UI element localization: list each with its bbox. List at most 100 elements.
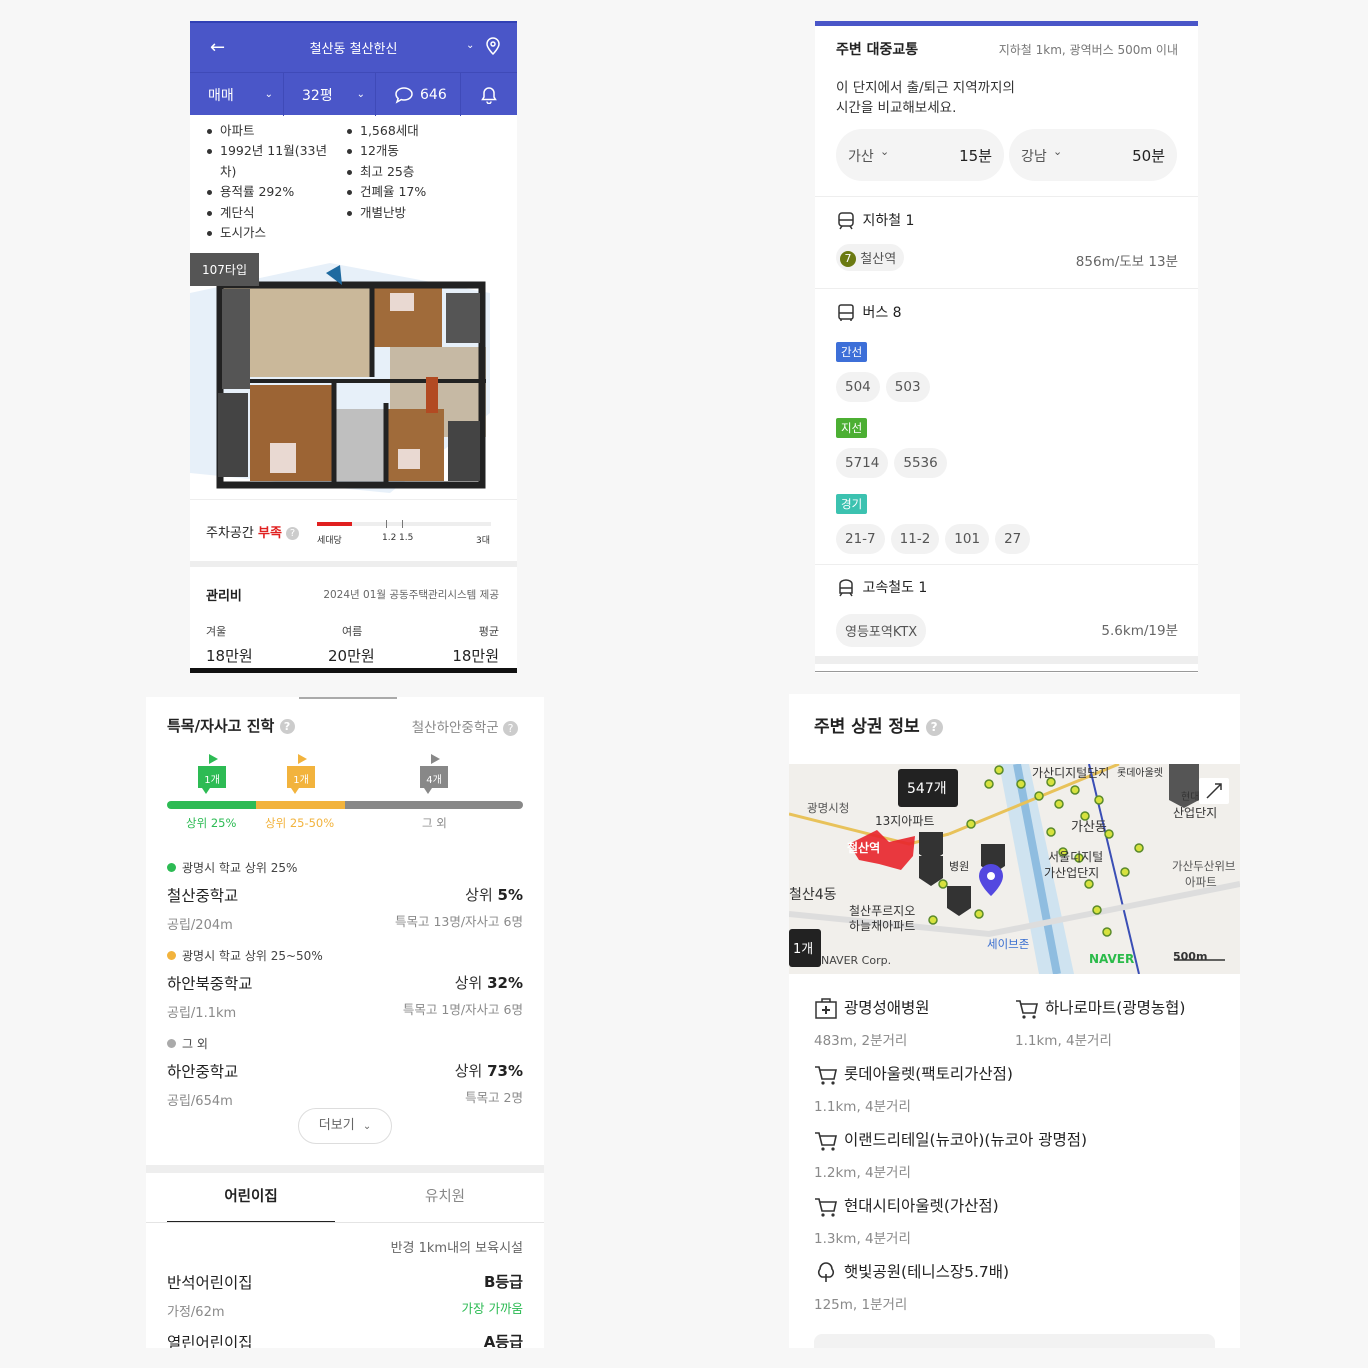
mgmt-col-value: 18만원 <box>452 647 499 665</box>
bus-route-chip[interactable]: 101 <box>945 524 990 554</box>
tick-label: 1.5 <box>399 533 414 543</box>
school-group-header: 광명시 학교 상위 25~50% <box>167 947 323 964</box>
bus-route-chip[interactable]: 27 <box>995 524 1031 554</box>
poi-name: 이랜드리테일(뉴코아)(뉴코아 광명점) <box>844 1131 1088 1149</box>
comments-button[interactable]: 646 <box>376 73 461 116</box>
bus-group: 경기 21-7 11-2 101 27 <box>836 493 1036 554</box>
group-header-text: 광명시 학교 상위 25% <box>182 861 298 875</box>
tab-divider <box>146 1222 544 1223</box>
school-group-header: 그 외 <box>167 1035 208 1052</box>
bus-route-chip[interactable]: 504 <box>836 372 880 402</box>
rail-station-wrap: 영등포역KTX <box>836 614 932 647</box>
trade-type-select[interactable]: 매매 ⌄ <box>190 73 284 116</box>
floorplan-type-badge: 107타입 <box>190 253 259 286</box>
apt-title[interactable]: 철산동 철산한신 <box>310 38 398 57</box>
hospital-icon <box>815 997 837 1019</box>
school-rank: 상위 73% <box>455 1060 523 1081</box>
poi-item[interactable]: 하나로마트(광명농협) 1.1km, 4분거리 <box>1015 996 1185 1049</box>
poi-item[interactable]: 현대시티아울렛(가산점) 1.3km, 4분거리 <box>814 1194 999 1247</box>
help-icon[interactable]: ? <box>279 719 295 734</box>
school-stats: 특목고 2명 <box>465 1090 523 1105</box>
subway-icon <box>838 212 854 230</box>
floorplan[interactable]: 107타입 <box>190 253 517 499</box>
tab-daycare[interactable]: 어린이집 <box>167 1173 335 1223</box>
poi-item[interactable]: 롯데아울렛(팩토리가산점) 1.1km, 4분거리 <box>814 1062 1013 1115</box>
poi-item[interactable]: 광명성애병원 483m, 2분거리 <box>814 996 930 1049</box>
bus-route-chip[interactable]: 5536 <box>894 448 947 478</box>
poi-item[interactable]: 이랜드리테일(뉴코아)(뉴코아 광명점) 1.2km, 4분거리 <box>814 1128 1087 1181</box>
daycare-name: 반석어린이집 <box>167 1274 253 1292</box>
parking-status: 부족 <box>257 526 282 541</box>
daycare-item[interactable]: 열린어린이집 A등급 <box>167 1331 523 1348</box>
school-district[interactable]: 철산하안중학군 ? <box>412 716 518 736</box>
chevron-down-icon[interactable]: ⌄ <box>466 40 474 51</box>
transit-title: 주변 대중교통 <box>836 42 919 58</box>
maintenance-fee-section: 관리비 2024년 01월 공동주택관리시스템 제공 겨울 여름 평균 18만원… <box>190 561 517 673</box>
school-title: 특목/자사고 진학 ? <box>167 715 295 736</box>
help-icon[interactable]: ? <box>925 718 943 736</box>
bus-route-chip[interactable]: 11-2 <box>890 524 940 554</box>
commute-place: 강남 <box>1021 149 1047 165</box>
help-icon[interactable]: ? <box>503 720 518 736</box>
mgmt-col-value: 18만원 <box>206 647 253 665</box>
poi-name: 광명성애병원 <box>844 999 930 1017</box>
poi-item[interactable]: 햇빛공원(테니스장5.7배) 125m, 1분거리 <box>814 1260 1009 1313</box>
commute-place: 가산 <box>848 149 874 165</box>
expand-map-icon[interactable] <box>1199 778 1229 804</box>
bus-route-chip[interactable]: 5714 <box>836 448 889 478</box>
tab-kindergarten[interactable]: 유치원 <box>361 1173 529 1223</box>
mgmt-col-value: 20만원 <box>328 647 375 665</box>
school-item[interactable]: 하안중학교 공립/654m 상위 73% 특목고 2명 <box>167 1060 523 1109</box>
flag-count: 1개 <box>293 775 309 786</box>
notification-button[interactable] <box>461 73 517 116</box>
comment-count: 646 <box>420 86 447 103</box>
map-attribution: NAVER Corp. <box>821 954 892 967</box>
school-stats: 특목고 13명/자사고 6명 <box>394 914 523 929</box>
line-number-badge: 7 <box>840 251 856 267</box>
help-icon[interactable]: ? <box>286 527 300 540</box>
rank-bar-segment <box>345 801 523 809</box>
bus-route-chip[interactable]: 503 <box>885 372 930 402</box>
commercial-title-text: 주변 상권 정보 <box>814 717 920 737</box>
commute-box[interactable]: 가산 ⌄ 15분 <box>836 129 1004 181</box>
flag-25-50: 1개 <box>287 754 317 798</box>
rank-prefix: 상위 <box>454 1062 488 1080</box>
poi-distance: 483m, 2분거리 <box>814 1032 908 1049</box>
transit-panel: 주변 대중교통 지하철 1km, 광역버스 500m 이내 이 단지에서 출/퇴… <box>815 21 1198 673</box>
daycare-item[interactable]: 반석어린이집 가정/62m B등급 가장 가까움 <box>167 1271 523 1320</box>
bus-route-chip[interactable]: 21-7 <box>836 524 885 554</box>
more-button[interactable]: 더보기 ⌄ <box>298 1108 392 1144</box>
more-label: 더보기 <box>318 1118 355 1133</box>
location-pin-icon[interactable] <box>486 37 500 55</box>
fact-item: 아파트 <box>206 121 346 141</box>
size-select[interactable]: 32평 ⌄ <box>284 73 376 116</box>
school-rank: 상위 5% <box>465 884 523 905</box>
back-arrow-icon[interactable]: ← <box>210 37 225 58</box>
subway-station-chip[interactable]: 7 철산역 <box>836 244 910 271</box>
rail-station-chip[interactable]: 영등포역KTX <box>836 614 927 647</box>
commute-box[interactable]: 강남 ⌄ 50분 <box>1009 129 1177 181</box>
rank-bar-label: 상위 25-50% <box>265 816 335 830</box>
chevron-down-icon: ⌄ <box>1053 145 1063 158</box>
school-rank: 상위 32% <box>455 972 523 993</box>
map-scale: 500m <box>1173 950 1208 963</box>
poi-distance: 125m, 1분거리 <box>814 1296 908 1313</box>
apt-header: ← 철산동 철산한신 ⌄ 매매 ⌄ 32평 ⌄ 646 <box>190 21 517 116</box>
chevron-down-icon: ⌄ <box>356 89 365 100</box>
fact-item: 최고 25층 <box>346 162 496 182</box>
school-item[interactable]: 철산중학교 공립/204m 상위 5% 특목고 13명/자사고 6명 <box>167 884 523 933</box>
map-label: 철산4동 <box>789 887 837 903</box>
school-title-text: 특목/자사고 진학 <box>167 717 275 735</box>
parking-bar-fill <box>317 522 353 526</box>
divider <box>146 1165 544 1173</box>
poi-distance: 1.3km, 4분거리 <box>814 1230 911 1247</box>
map-label: 가산업단지 <box>1044 866 1100 880</box>
apartment-info-panel: ← 철산동 철산한신 ⌄ 매매 ⌄ 32평 ⌄ 646 아파트 1992년 11월(… <box>190 21 517 673</box>
commute-text: 이 단지에서 출/퇴근 지역까지의 시간을 비교해보세요. <box>836 80 1015 116</box>
school-item[interactable]: 하안북중학교 공립/1.1km 상위 32% 특목고 1명/자사고 6명 <box>167 972 523 1021</box>
mgmt-col-label: 겨울 <box>206 625 227 638</box>
chevron-down-icon: ⌄ <box>362 1121 372 1132</box>
commercial-map[interactable]: 547개 1개 광명시청 가산디지털단지 롯데아울렛 가산동 서울디지털 가산업… <box>789 764 1240 974</box>
commercial-title: 주변 상권 정보 ? <box>814 712 943 737</box>
size-label: 32평 <box>302 87 333 104</box>
